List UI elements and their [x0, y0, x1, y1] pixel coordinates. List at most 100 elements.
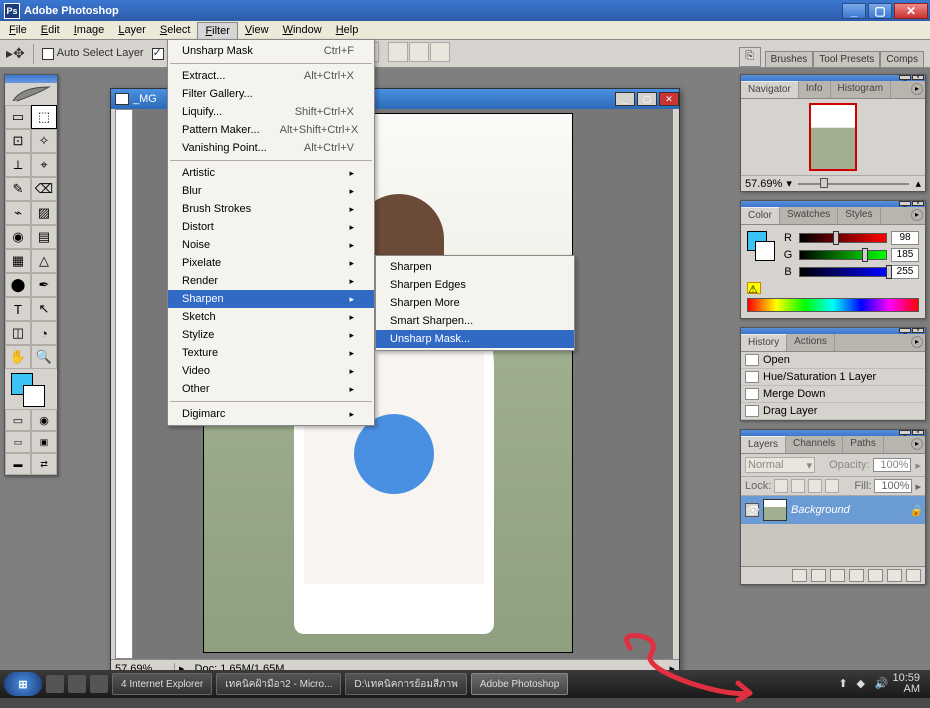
panel-menu-button[interactable]: ▸ [911, 209, 923, 221]
tool-13[interactable]: △ [31, 249, 57, 273]
color-slider-r[interactable]: R98 [781, 231, 919, 245]
layer-style-button[interactable] [811, 569, 826, 582]
opacity-field[interactable]: 100% [873, 458, 911, 472]
menuitem-filter-gallery-[interactable]: Filter Gallery... [168, 85, 374, 103]
taskbar-item[interactable]: D:\เทคนิคการย้อมสีภาพ [345, 673, 466, 695]
distribute-buttons-2[interactable] [388, 42, 451, 65]
menuitem-texture[interactable]: Texture [168, 344, 374, 362]
palette-tab-comps[interactable]: Comps [880, 51, 924, 67]
history-item[interactable]: Drag Layer [741, 403, 925, 420]
menu-select[interactable]: Select [153, 22, 198, 38]
zoom-out-icon[interactable]: ▾ [786, 177, 792, 190]
tool-3[interactable]: ✧ [31, 129, 57, 153]
tool-17[interactable]: ↖ [31, 297, 57, 321]
layer-row-background[interactable]: 👁 Background 🔒 [741, 496, 925, 524]
toolbox-grip[interactable] [5, 75, 57, 83]
layer-thumbnail[interactable] [763, 499, 787, 521]
nav-zoom-slider[interactable] [798, 183, 910, 185]
tool-19[interactable]: ◔ [31, 321, 57, 345]
move-tool-icon[interactable]: ▸✥ [6, 45, 25, 62]
history-item[interactable]: Merge Down [741, 386, 925, 403]
tool-6[interactable]: ✎ [5, 177, 31, 201]
menuitem-stylize[interactable]: Stylize [168, 326, 374, 344]
navigator-thumbnail[interactable] [809, 103, 857, 171]
tab-navigator[interactable]: Navigator [741, 81, 799, 98]
tool-11[interactable]: ▤ [31, 225, 57, 249]
tool-1[interactable]: ⬚ [31, 105, 57, 129]
tool-16[interactable]: T [5, 297, 31, 321]
panel-close-button[interactable]: × [912, 75, 924, 80]
tab-color[interactable]: Color [741, 207, 780, 224]
tool-0[interactable]: ▭ [5, 105, 31, 129]
fill-field[interactable]: 100% [874, 479, 912, 493]
palette-tab-brushes[interactable]: Brushes [765, 51, 814, 67]
show-transform-checkbox[interactable] [152, 47, 167, 59]
panel-menu-button[interactable]: ▸ [911, 83, 923, 95]
menuitem-render[interactable]: Render [168, 272, 374, 290]
panel-close-button[interactable]: × [912, 201, 924, 206]
history-item[interactable]: Hue/Saturation 1 Layer [741, 369, 925, 386]
menuitem-digimarc[interactable]: Digimarc [168, 405, 374, 423]
doc-close-button[interactable]: ✕ [659, 92, 679, 106]
tool-20[interactable]: ✋ [5, 345, 31, 369]
tab-channels[interactable]: Channels [786, 436, 843, 453]
tab-actions[interactable]: Actions [787, 334, 835, 351]
menu-image[interactable]: Image [67, 22, 112, 38]
tool-9[interactable]: ▨ [31, 201, 57, 225]
menuitem-blur[interactable]: Blur [168, 182, 374, 200]
panel-min-button[interactable]: _ [899, 201, 911, 206]
menuitem-extract-[interactable]: Extract...Alt+Ctrl+X [168, 67, 374, 85]
quicklaunch-icon[interactable] [46, 675, 64, 693]
delete-layer-button[interactable] [906, 569, 921, 582]
tab-styles[interactable]: Styles [838, 207, 880, 224]
auto-select-checkbox[interactable]: Auto Select Layer [42, 47, 144, 59]
nav-zoom-value[interactable]: 57.69% [745, 178, 782, 190]
tool-5[interactable]: ⌖ [31, 153, 57, 177]
fill-arrow[interactable]: ▸ [915, 480, 921, 493]
tab-histogram[interactable]: Histogram [831, 81, 892, 98]
menuitem-smart-sharpen-[interactable]: Smart Sharpen... [376, 312, 574, 330]
menu-filter[interactable]: Filter [197, 22, 237, 39]
screen-mode-1[interactable]: ▭ [5, 431, 31, 453]
color-fg-bg[interactable] [747, 231, 775, 267]
quicklaunch-icon[interactable] [90, 675, 108, 693]
tab-info[interactable]: Info [799, 81, 831, 98]
menuitem-vanishing-point-[interactable]: Vanishing Point...Alt+Ctrl+V [168, 139, 374, 157]
link-layers-button[interactable] [792, 569, 807, 582]
menuitem-noise[interactable]: Noise [168, 236, 374, 254]
window-close-button[interactable]: ✕ [894, 3, 928, 19]
tool-21[interactable]: 🔍 [31, 345, 57, 369]
panel-menu-button[interactable]: ▸ [911, 438, 923, 450]
lock-transparent-button[interactable] [774, 479, 788, 493]
tool-14[interactable]: ⬤ [5, 273, 31, 297]
taskbar-item[interactable]: Adobe Photoshop [471, 673, 569, 695]
menu-window[interactable]: Window [276, 22, 329, 38]
menu-view[interactable]: View [238, 22, 276, 38]
layer-mask-button[interactable] [830, 569, 845, 582]
menuitem-sharpen-edges[interactable]: Sharpen Edges [376, 276, 574, 294]
zoom-in-icon[interactable]: ▴ [915, 177, 921, 190]
quicklaunch-icon[interactable] [68, 675, 86, 693]
tray-volume-icon[interactable]: 🔊 [874, 677, 888, 691]
tool-15[interactable]: ✒ [31, 273, 57, 297]
tab-swatches[interactable]: Swatches [780, 207, 838, 224]
tool-8[interactable]: ⌁ [5, 201, 31, 225]
lock-position-button[interactable] [808, 479, 822, 493]
screen-mode-2[interactable]: ▣ [31, 431, 57, 453]
lock-all-button[interactable] [825, 479, 839, 493]
standard-mode-button[interactable]: ▭ [5, 409, 31, 431]
panel-menu-button[interactable]: ▸ [911, 336, 923, 348]
imageready-button[interactable]: ⇄ [31, 453, 57, 475]
menuitem-artistic[interactable]: Artistic [168, 164, 374, 182]
tool-4[interactable]: ⟂ [5, 153, 31, 177]
menu-layer[interactable]: Layer [111, 22, 153, 38]
panel-min-button[interactable]: _ [899, 430, 911, 435]
color-ramp[interactable] [747, 298, 919, 312]
menuitem-brush-strokes[interactable]: Brush Strokes [168, 200, 374, 218]
blend-mode-select[interactable]: Normal▾ [745, 457, 815, 473]
menuitem-pattern-maker-[interactable]: Pattern Maker...Alt+Shift+Ctrl+X [168, 121, 374, 139]
menu-edit[interactable]: Edit [34, 22, 67, 38]
window-maximize-button[interactable]: ▢ [868, 3, 892, 19]
menuitem-unsharp-mask-[interactable]: Unsharp Mask... [376, 330, 574, 348]
tray-icon[interactable]: ⬆ [838, 677, 852, 691]
